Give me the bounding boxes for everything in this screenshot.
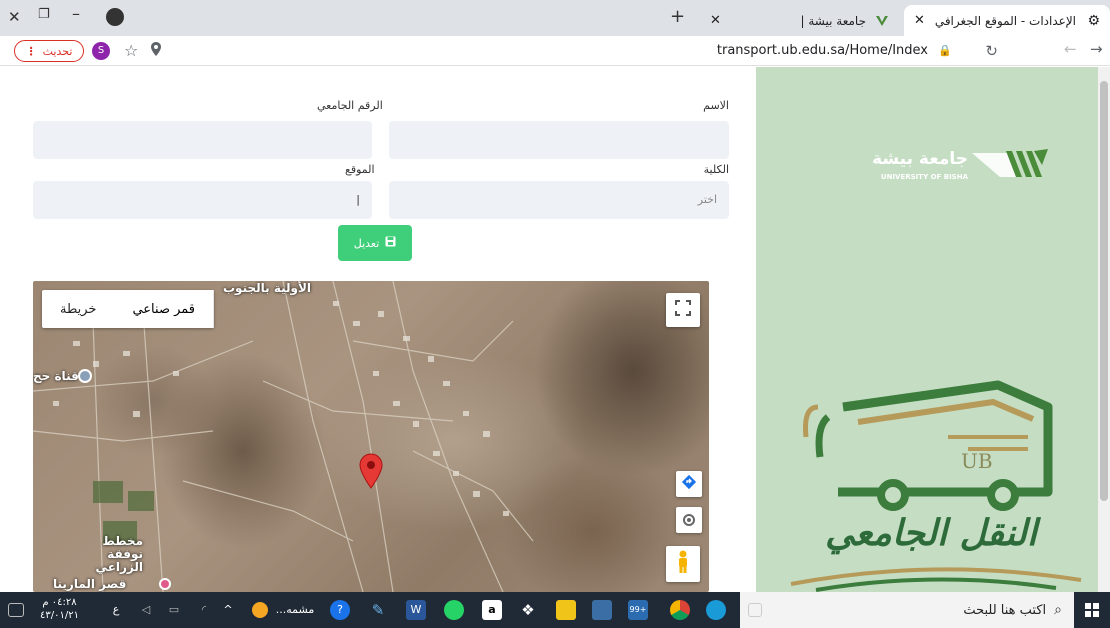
whatsapp-icon[interactable] bbox=[444, 600, 464, 620]
gear-icon: ⚙ bbox=[1087, 12, 1100, 29]
help-icon[interactable]: ? bbox=[330, 600, 350, 620]
logo-arabic-text: جامعة بيشة bbox=[872, 149, 968, 169]
street-view-button[interactable] bbox=[666, 546, 700, 582]
taskbar-search-box[interactable]: ⌕ اكتب هنا للبحث bbox=[740, 592, 1074, 628]
restore-window-icon[interactable]: ❐ bbox=[38, 7, 50, 22]
more-menu-icon: ⋮ bbox=[25, 44, 37, 58]
map-place-label: مخطط نوفقة الزراعي bbox=[95, 534, 143, 574]
fullscreen-button[interactable] bbox=[666, 293, 700, 327]
name-label: الاسم bbox=[703, 99, 729, 112]
wifi-icon[interactable]: ◜ bbox=[194, 600, 214, 620]
university-favicon-icon bbox=[874, 13, 890, 29]
photos-app-icon[interactable]: 99+ bbox=[628, 600, 648, 620]
url-text[interactable]: transport.ub.edu.sa/Home/Index bbox=[717, 43, 928, 58]
close-tab-icon[interactable]: ✕ bbox=[914, 13, 925, 28]
profile-avatar[interactable]: S bbox=[92, 42, 110, 60]
satellite-map[interactable]: خريطة قمر صناعي الأولية بالجنوب قناة حج … bbox=[33, 281, 709, 592]
chevron-up-icon[interactable]: ^ bbox=[218, 600, 238, 620]
university-logo: جامعة بيشة UNIVERSITY OF BISHA bbox=[840, 147, 1050, 187]
browser-toolbar: تحديث ⋮ S ☆ transport.ub.edu.sa/Home/Ind… bbox=[0, 36, 1110, 66]
location-field[interactable]: | bbox=[33, 181, 372, 219]
address-bar[interactable]: transport.ub.edu.sa/Home/Index 🔒 ↻ bbox=[112, 39, 1022, 63]
location-label: الموقع bbox=[345, 163, 375, 176]
language-indicator[interactable]: ع bbox=[106, 600, 126, 620]
minimize-window-icon[interactable]: – bbox=[72, 4, 80, 23]
app-orange-icon[interactable] bbox=[252, 602, 268, 618]
reload-icon[interactable]: ↻ bbox=[985, 42, 998, 60]
save-button[interactable]: تعديل bbox=[338, 225, 412, 261]
battery-icon[interactable]: ▭ bbox=[164, 600, 184, 620]
map-type-control: خريطة قمر صناعي bbox=[42, 290, 215, 328]
my-location-button[interactable] bbox=[676, 507, 702, 533]
taskbar-clock[interactable]: ٠٤:٢٨ م ٤٣/٠١/٢١ bbox=[40, 596, 79, 622]
app-icon[interactable]: ✎ bbox=[368, 600, 388, 620]
college-select[interactable]: اختر bbox=[389, 181, 729, 219]
my-location-dot bbox=[687, 518, 691, 522]
place-marker-icon bbox=[78, 369, 92, 383]
my-location-icon bbox=[683, 514, 695, 526]
store-app-icon[interactable] bbox=[592, 600, 612, 620]
map-place-label: قصر المارينا bbox=[53, 577, 127, 591]
directions-icon bbox=[681, 474, 697, 494]
map-type-satellite[interactable]: قمر صناعي bbox=[114, 290, 215, 328]
page-scrollbar[interactable] bbox=[1098, 67, 1110, 592]
close-window-icon[interactable]: ✕ bbox=[8, 8, 21, 26]
map-place-label: قناة حج bbox=[33, 369, 79, 383]
windows-logo-icon bbox=[1085, 603, 1099, 617]
scrollbar-thumb[interactable] bbox=[1100, 81, 1108, 501]
save-label: تعديل bbox=[353, 236, 380, 250]
speaker-icon[interactable]: ◁ bbox=[136, 600, 156, 620]
windows-taskbar: ⌕ اكتب هنا للبحث 99+ ❖ a W ✎ ? مشمه... ^… bbox=[0, 592, 1110, 628]
location-marker-icon[interactable] bbox=[359, 453, 383, 493]
amazon-icon[interactable]: a bbox=[482, 600, 502, 620]
pegman-icon bbox=[675, 550, 691, 578]
bus-logo-icon bbox=[803, 380, 1053, 511]
location-value: | bbox=[356, 193, 360, 206]
new-tab-button[interactable]: + bbox=[670, 6, 685, 27]
tab-title: الإعدادات - الموقع الجغرافي bbox=[934, 13, 1076, 28]
task-view-icon[interactable] bbox=[748, 603, 762, 617]
update-label: تحديث bbox=[42, 44, 73, 58]
forward-arrow-icon[interactable]: → bbox=[1090, 40, 1103, 58]
file-explorer-icon[interactable] bbox=[556, 600, 576, 620]
page-content: الاسم الرقم الجامعي الكلية الموقع اختر |… bbox=[0, 67, 1110, 592]
dropbox-icon[interactable]: ❖ bbox=[518, 600, 538, 620]
word-app-icon[interactable]: W bbox=[406, 600, 426, 620]
sidebar-panel: جامعة بيشة UNIVERSITY OF BISHA UB النقل … bbox=[756, 67, 1110, 592]
lock-icon[interactable]: 🔒 bbox=[938, 44, 952, 57]
logo-english-text: UNIVERSITY OF BISHA bbox=[880, 173, 968, 181]
university-id-field[interactable] bbox=[33, 121, 372, 159]
map-type-map[interactable]: خريطة bbox=[42, 290, 114, 328]
university-id-label: الرقم الجامعي bbox=[317, 99, 383, 112]
save-icon bbox=[385, 236, 396, 250]
name-field[interactable] bbox=[389, 121, 729, 159]
chrome-browser-icon[interactable] bbox=[670, 600, 690, 620]
search-icon: ⌕ bbox=[1054, 602, 1062, 618]
fullscreen-icon bbox=[675, 300, 691, 320]
window-title-text[interactable]: مشمه... bbox=[270, 600, 320, 620]
title-underline-swoosh bbox=[790, 567, 1082, 592]
college-label: الكلية bbox=[703, 163, 729, 176]
tab-university[interactable]: جامعة بيشة | ✕ bbox=[700, 5, 900, 36]
transport-title: النقل الجامعي bbox=[825, 513, 1037, 554]
edge-browser-icon[interactable] bbox=[706, 600, 726, 620]
clock-date: ٤٣/٠١/٢١ bbox=[40, 610, 79, 621]
windows-start-button[interactable] bbox=[1074, 592, 1110, 628]
map-place-label: الأولية بالجنوب bbox=[223, 281, 312, 295]
bus-logo-text: UB bbox=[961, 449, 993, 473]
college-placeholder: اختر bbox=[697, 193, 717, 206]
university-logo-mark-icon bbox=[972, 149, 1048, 177]
close-tab-icon[interactable]: ✕ bbox=[710, 13, 721, 28]
tab-title: جامعة بيشة | bbox=[800, 13, 867, 28]
place-marker-icon bbox=[159, 578, 171, 590]
tab-settings[interactable]: ⚙ الإعدادات - الموقع الجغرافي ✕ bbox=[904, 5, 1110, 36]
update-button[interactable]: تحديث ⋮ bbox=[14, 40, 84, 62]
directions-button[interactable] bbox=[676, 471, 702, 497]
tab-search-icon[interactable] bbox=[106, 8, 124, 26]
browser-tab-strip: ✕ ❐ – + جامعة بيشة | ✕ ⚙ الإعدادات - الم… bbox=[0, 0, 1110, 36]
notification-center-icon[interactable] bbox=[8, 603, 24, 617]
back-arrow-icon[interactable]: ← bbox=[1064, 40, 1077, 58]
search-placeholder: اكتب هنا للبحث bbox=[963, 602, 1047, 618]
clock-time: ٠٤:٢٨ م bbox=[42, 597, 77, 608]
